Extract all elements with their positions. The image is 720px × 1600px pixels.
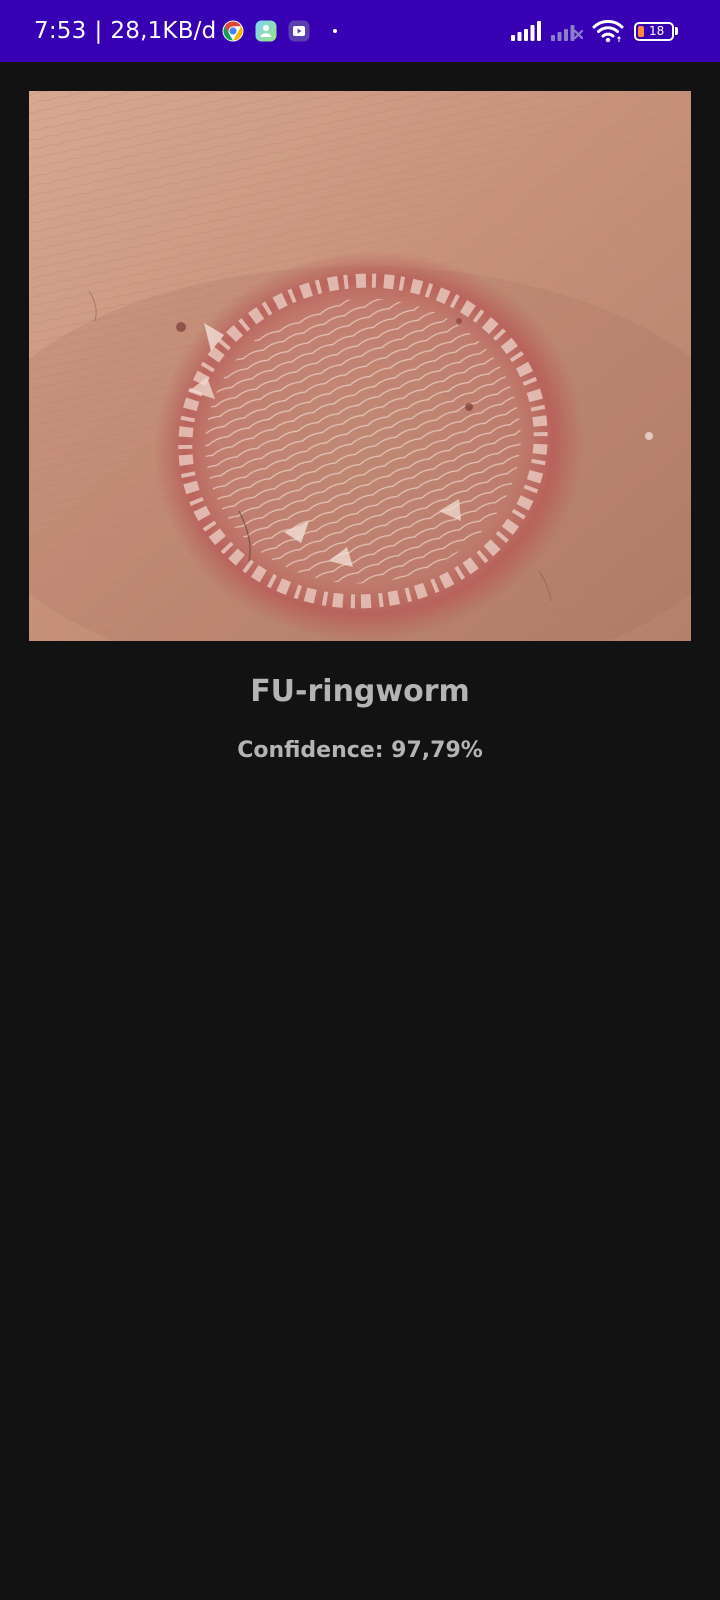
data-speed: 28,1KB/d bbox=[110, 18, 217, 44]
skin-photo bbox=[29, 91, 691, 641]
chrome-icon bbox=[222, 20, 244, 42]
status-separator: | bbox=[94, 18, 103, 44]
signal-bars-no-service-icon bbox=[550, 20, 584, 42]
battery-level: 18 bbox=[649, 24, 665, 38]
battery-icon: 18 bbox=[634, 21, 674, 41]
app-icon bbox=[255, 20, 277, 42]
battery-fill bbox=[638, 25, 644, 37]
signal-bars-icon bbox=[510, 20, 542, 42]
battery-tip bbox=[675, 27, 678, 35]
status-time: 7:53 bbox=[34, 18, 87, 44]
more-notifications-dot-icon bbox=[333, 29, 338, 33]
wifi-icon bbox=[592, 19, 624, 43]
notification-icons bbox=[222, 20, 338, 42]
confidence-text: Confidence: 97,79% bbox=[237, 738, 483, 763]
video-app-icon bbox=[288, 20, 310, 42]
status-bar: 7:53 | 28,1KB/d 18 bbox=[0, 0, 720, 62]
prediction-label: FU-ringworm bbox=[250, 674, 470, 709]
status-right: 18 bbox=[502, 0, 678, 62]
status-left: 7:53 | 28,1KB/d bbox=[34, 0, 338, 62]
